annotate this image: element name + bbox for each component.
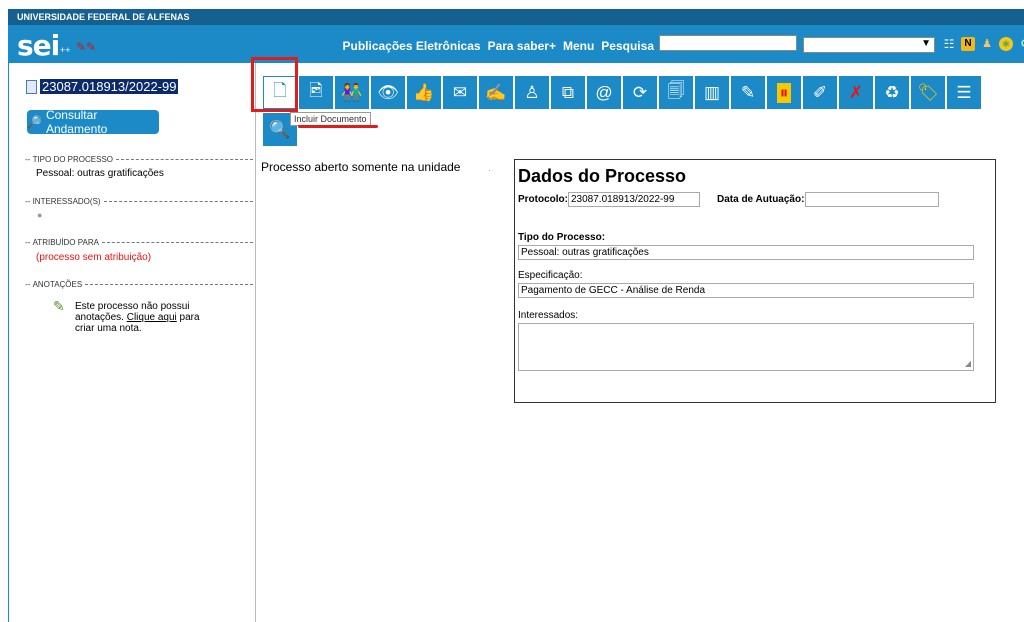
top-menu: Publicações Eletrônicas Para saber+ Menu… bbox=[343, 39, 655, 53]
date-field[interactable] bbox=[805, 192, 939, 207]
specification-label: Especificação: bbox=[518, 270, 583, 281]
resize-grip-icon[interactable]: ◢ bbox=[965, 359, 971, 368]
sei-logo[interactable]: sei bbox=[17, 29, 60, 62]
logo-suffix: ++ bbox=[60, 45, 71, 55]
approve-icon[interactable]: 👍 bbox=[407, 76, 441, 109]
menu-publicacoes[interactable]: Publicações Eletrônicas bbox=[343, 39, 481, 53]
type-label: Tipo do Processo: bbox=[518, 232, 606, 243]
panel-title: Dados do Processo bbox=[518, 166, 687, 186]
interested-textarea[interactable]: ◢ bbox=[518, 323, 974, 371]
assigned-value: (processo sem atribuição) bbox=[36, 252, 152, 263]
highlight-box bbox=[251, 57, 298, 112]
unit-select[interactable]: ▼ bbox=[803, 37, 935, 53]
open-message: Processo aberto somente na unidade bbox=[261, 160, 461, 174]
suspend-icon[interactable]: ⏸ bbox=[767, 76, 801, 109]
view-icon[interactable]: 👁 bbox=[371, 76, 405, 109]
sign-icon[interactable]: ✍ bbox=[479, 76, 513, 109]
duplicate-icon[interactable]: ⧉ bbox=[551, 76, 585, 109]
notes-row: ✎ Este processo não possui anotações. Cl… bbox=[53, 299, 215, 334]
send-process-icon[interactable]: 👫 bbox=[335, 76, 369, 109]
search-input[interactable] bbox=[659, 35, 797, 51]
menu-menu[interactable]: Menu bbox=[563, 39, 594, 53]
user-icon[interactable]: ♟ bbox=[980, 37, 994, 51]
update-icon[interactable]: ⟳ bbox=[623, 76, 657, 109]
gear-icon[interactable]: ⚙ bbox=[1018, 37, 1024, 51]
process-data-panel: Dados do Processo Protocolo: 23087.01891… bbox=[514, 159, 996, 403]
chevron-down-icon: ▼ bbox=[921, 38, 931, 49]
interested-label: Interessados: bbox=[518, 310, 579, 321]
units-icon[interactable]: ▥ bbox=[695, 76, 729, 109]
specification-field[interactable]: Pagamento de GECC - Análise de Renda bbox=[518, 283, 974, 298]
menu-pesquisa[interactable]: Pesquisa bbox=[601, 39, 654, 53]
note-icon[interactable]: ✎ bbox=[53, 299, 69, 319]
header-bar: sei ++ ✎✎ Publicações Eletrônicas Para s… bbox=[8, 25, 1024, 63]
protocol-field[interactable]: 23087.018913/2022-99 bbox=[568, 192, 700, 207]
section-assigned: -- ATRIBUÍDO PARA bbox=[25, 238, 253, 247]
list-icon[interactable]: ☷ bbox=[942, 37, 956, 51]
ball-icon[interactable]: ✱ bbox=[999, 37, 1013, 51]
send-email-icon[interactable]: @ bbox=[587, 76, 621, 109]
process-type-value: Pessoal: outras gratificações bbox=[36, 168, 164, 179]
tooltip: Incluir Documento bbox=[290, 112, 371, 126]
highlight-underline bbox=[298, 125, 378, 128]
section-notes: -- ANOTAÇÕES bbox=[25, 280, 253, 289]
pen-icon: ✎✎ bbox=[76, 40, 97, 54]
protocol-label: Protocolo: bbox=[518, 194, 568, 205]
process-number[interactable]: 23087.018913/2022-99 bbox=[40, 79, 179, 94]
date-label: Data de Autuação: bbox=[717, 194, 805, 205]
menu-para-saber[interactable]: Para saber+ bbox=[488, 39, 556, 53]
header-icons: ☷ N ♟ ✱ ⚙ bbox=[942, 37, 1024, 51]
include-related-icon[interactable]: 🖻 bbox=[299, 76, 333, 109]
print-icon[interactable]: 🗐 bbox=[659, 76, 693, 109]
email-icon[interactable]: ✉ bbox=[443, 76, 477, 109]
separator-dot: · bbox=[488, 166, 491, 175]
cancel-icon[interactable]: ✗ bbox=[839, 76, 873, 109]
document-icon bbox=[26, 79, 37, 94]
section-interested: -- INTERESSADO(S) bbox=[25, 197, 253, 206]
left-panel: 23087.018913/2022-99 🔎 Consultar Andamen… bbox=[8, 63, 256, 622]
edit-icon[interactable]: ✐ bbox=[803, 76, 837, 109]
tag-icon[interactable]: 🏷 bbox=[911, 76, 945, 109]
recycle-icon[interactable]: ♻ bbox=[875, 76, 909, 109]
section-type: -- TIPO DO PROCESSO bbox=[25, 155, 253, 164]
magnifier-icon: 🔎 bbox=[27, 115, 42, 129]
list-icon[interactable]: ☰ bbox=[947, 76, 981, 109]
notes-text: Este processo não possui anotações. Cliq… bbox=[75, 301, 200, 334]
create-note-link[interactable]: Clique aqui bbox=[127, 312, 177, 323]
university-bar: UNIVERSIDADE FEDERAL DE ALFENAS bbox=[8, 9, 1024, 25]
assign-icon[interactable]: ♙ bbox=[515, 76, 549, 109]
top-strip bbox=[0, 0, 1024, 9]
consult-progress-button[interactable]: 🔎 Consultar Andamento bbox=[27, 108, 159, 136]
type-field[interactable]: Pessoal: outras gratificações bbox=[518, 245, 974, 260]
process-toolbar: 🗋 🖻 👫 👁 👍 ✉ ✍ ♙ ⧉ @ ⟳ 🗐 ▥ ✎ ⏸ ✐ ✗ ♻ 🏷 ☰ bbox=[263, 76, 981, 109]
news-icon[interactable]: N bbox=[961, 37, 975, 51]
process-tree-item[interactable]: 23087.018913/2022-99 bbox=[26, 79, 179, 94]
comments-icon[interactable]: ✎ bbox=[731, 76, 765, 109]
person-icon: ● bbox=[37, 210, 43, 220]
